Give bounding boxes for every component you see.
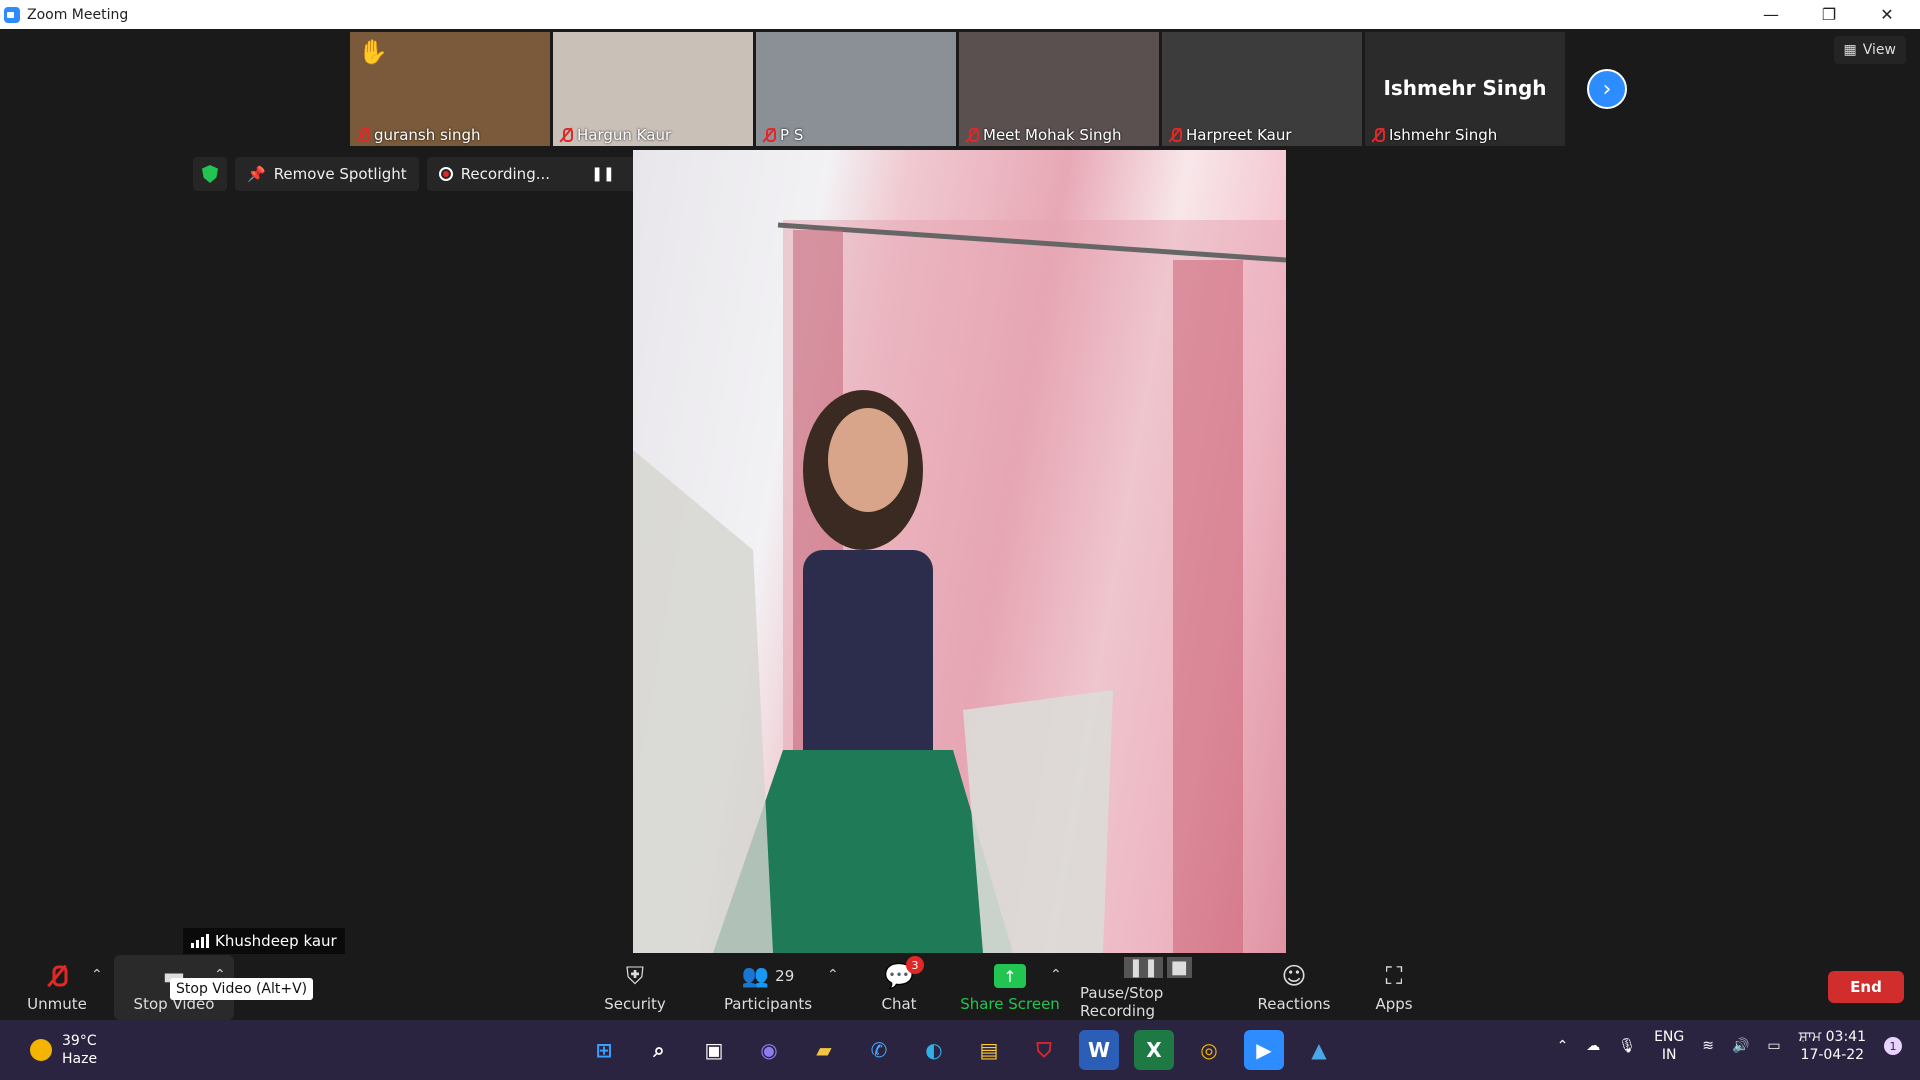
close-button[interactable]: ✕ [1858,0,1916,29]
active-speaker-label: Khushdeep kaur [183,928,345,954]
pin-icon: 📌 [247,165,266,183]
signal-bars-icon [191,934,209,948]
participant-tile[interactable]: Hargun Kaur [553,32,753,146]
chat-badge: 3 [905,956,924,974]
language-indicator[interactable]: ENG IN [1654,1028,1684,1064]
grid-icon: ▦ [1843,42,1857,58]
pause-recording-button[interactable]: ❚❚ [588,159,618,189]
participant-tile[interactable]: Harpreet Kaur [1162,32,1362,146]
mic-muted-icon [1168,127,1182,143]
reactions-button[interactable]: ☺ Reactions [1256,955,1332,1020]
chevron-up-icon[interactable]: ⌃ [1557,1038,1569,1054]
meeting-controls-bar: 📌 Remove Spotlight Recording... ❚❚ ■ [193,157,661,191]
share-screen-button[interactable]: ↑ Share Screen [960,955,1060,1020]
security-shield-icon[interactable] [193,157,227,191]
participants-count: 29 [775,967,795,985]
minimize-button[interactable]: — [1742,0,1800,29]
photos-icon[interactable]: ▲ [1299,1030,1339,1070]
participant-name: Ishmehr Singh [1371,126,1497,144]
notification-badge[interactable]: 1 [1884,1037,1902,1055]
participants-button[interactable]: 👥 29 Participants [718,955,818,1020]
mic-muted-icon [559,127,573,143]
pause-stop-icon: ❚❚ ■ [1124,955,1192,979]
word-icon[interactable]: W [1079,1030,1119,1070]
battery-icon[interactable]: ▭ [1767,1038,1780,1054]
chat-button[interactable]: 💬 3 Chat [870,955,928,1020]
mcafee-icon[interactable]: ⛉ [1024,1030,1064,1070]
windows-start-icon[interactable]: ⊞ [584,1030,624,1070]
participant-name: guransh singh [356,126,481,144]
sun-icon [30,1039,52,1061]
share-screen-icon: ↑ [994,962,1026,990]
video-frame-illustration [633,220,1286,953]
zoom-icon[interactable]: ▶ [1244,1030,1284,1070]
unmute-button[interactable]: Unmute [24,955,90,1020]
mic-muted-icon [1371,127,1385,143]
participant-tile[interactable]: Meet Mohak Singh [959,32,1159,146]
participant-tile[interactable]: ✋ guransh singh [350,32,550,146]
whatsapp-icon[interactable]: ✆ [859,1030,899,1070]
participant-name: Hargun Kaur [559,126,671,144]
spotlight-video [633,150,1286,953]
volume-icon[interactable]: 🔊 [1732,1038,1749,1054]
smiley-plus-icon: ☺ [1281,962,1307,990]
mic-muted-icon [356,127,370,143]
mic-muted-icon [762,127,776,143]
participant-avatar-name: Ishmehr Singh [1383,76,1547,100]
chat-icon: 💬 3 [884,956,924,990]
view-button[interactable]: ▦ View [1833,36,1906,64]
recording-indicator: Recording... ❚❚ ■ [426,157,661,191]
shield-icon: ⛨ [626,962,644,990]
windows-taskbar: 39°C Haze ⊞ ⌕ ▣ ◉ ▰ ✆ ◐ ▤ ⛉ W X ◎ ▶ ▲ ⌃ … [0,1020,1920,1080]
excel-icon[interactable]: X [1134,1030,1174,1070]
raised-hand-icon: ✋ [358,38,388,66]
participants-icon: 👥 29 [741,963,795,989]
weather-widget[interactable]: 39°C Haze [30,1032,97,1068]
gallery-strip: ✋ guransh singh Hargun Kaur P S Meet Moh… [350,32,1565,146]
record-icon [438,167,453,181]
store-icon[interactable]: ▤ [969,1030,1009,1070]
taskbar-apps: ⊞ ⌕ ▣ ◉ ▰ ✆ ◐ ▤ ⛉ W X ◎ ▶ ▲ [584,1030,1339,1070]
search-icon[interactable]: ⌕ [639,1030,679,1070]
pause-stop-recording-button[interactable]: ❚❚ ■ Pause/Stop Recording [1080,955,1236,1020]
onedrive-icon[interactable]: ☁ [1586,1038,1600,1054]
participant-tile[interactable]: P S [756,32,956,146]
chevron-right-icon: › [1602,76,1612,102]
stop-video-tooltip: Stop Video (Alt+V) [170,978,314,1000]
mic-muted-icon [965,127,979,143]
remove-spotlight-button[interactable]: 📌 Remove Spotlight [235,157,419,191]
edge-icon[interactable]: ◐ [914,1030,954,1070]
restore-button[interactable]: ❐ [1800,0,1858,29]
next-page-button[interactable]: › [1587,69,1627,109]
participant-tile[interactable]: Ishmehr Singh Ishmehr Singh [1365,32,1565,146]
teams-chat-icon[interactable]: ◉ [749,1030,789,1070]
participants-options-caret[interactable]: ⌃ [827,967,839,983]
file-explorer-icon[interactable]: ▰ [804,1030,844,1070]
wifi-icon[interactable]: ≋ [1702,1038,1714,1054]
mic-muted-icon [50,962,68,990]
apps-button[interactable]: ⛶ Apps [1370,955,1418,1020]
chrome-icon[interactable]: ◎ [1189,1030,1229,1070]
participant-name: Meet Mohak Singh [965,126,1122,144]
window-title: Zoom Meeting [27,6,129,23]
end-meeting-button[interactable]: End [1828,971,1904,1003]
security-button[interactable]: ⛨ Security [596,955,674,1020]
clock[interactable]: ਸ਼ਾਮ 03:41 17-04-22 [1799,1028,1866,1064]
system-tray: ⌃ ☁ 🎙 ENG IN ≋ 🔊 ▭ ਸ਼ਾਮ 03:41 17-04-22 1 [1557,1028,1902,1064]
share-options-caret[interactable]: ⌃ [1050,967,1062,983]
participant-name: Harpreet Kaur [1168,126,1292,144]
zoom-app-icon [4,6,20,23]
participant-name: P S [762,126,803,144]
microphone-icon[interactable]: 🎙 [1618,1038,1636,1054]
apps-icon: ⛶ [1385,962,1403,990]
task-view-icon[interactable]: ▣ [694,1030,734,1070]
window-titlebar: Zoom Meeting — ❐ ✕ [0,0,1920,29]
audio-options-caret[interactable]: ⌃ [91,967,103,983]
